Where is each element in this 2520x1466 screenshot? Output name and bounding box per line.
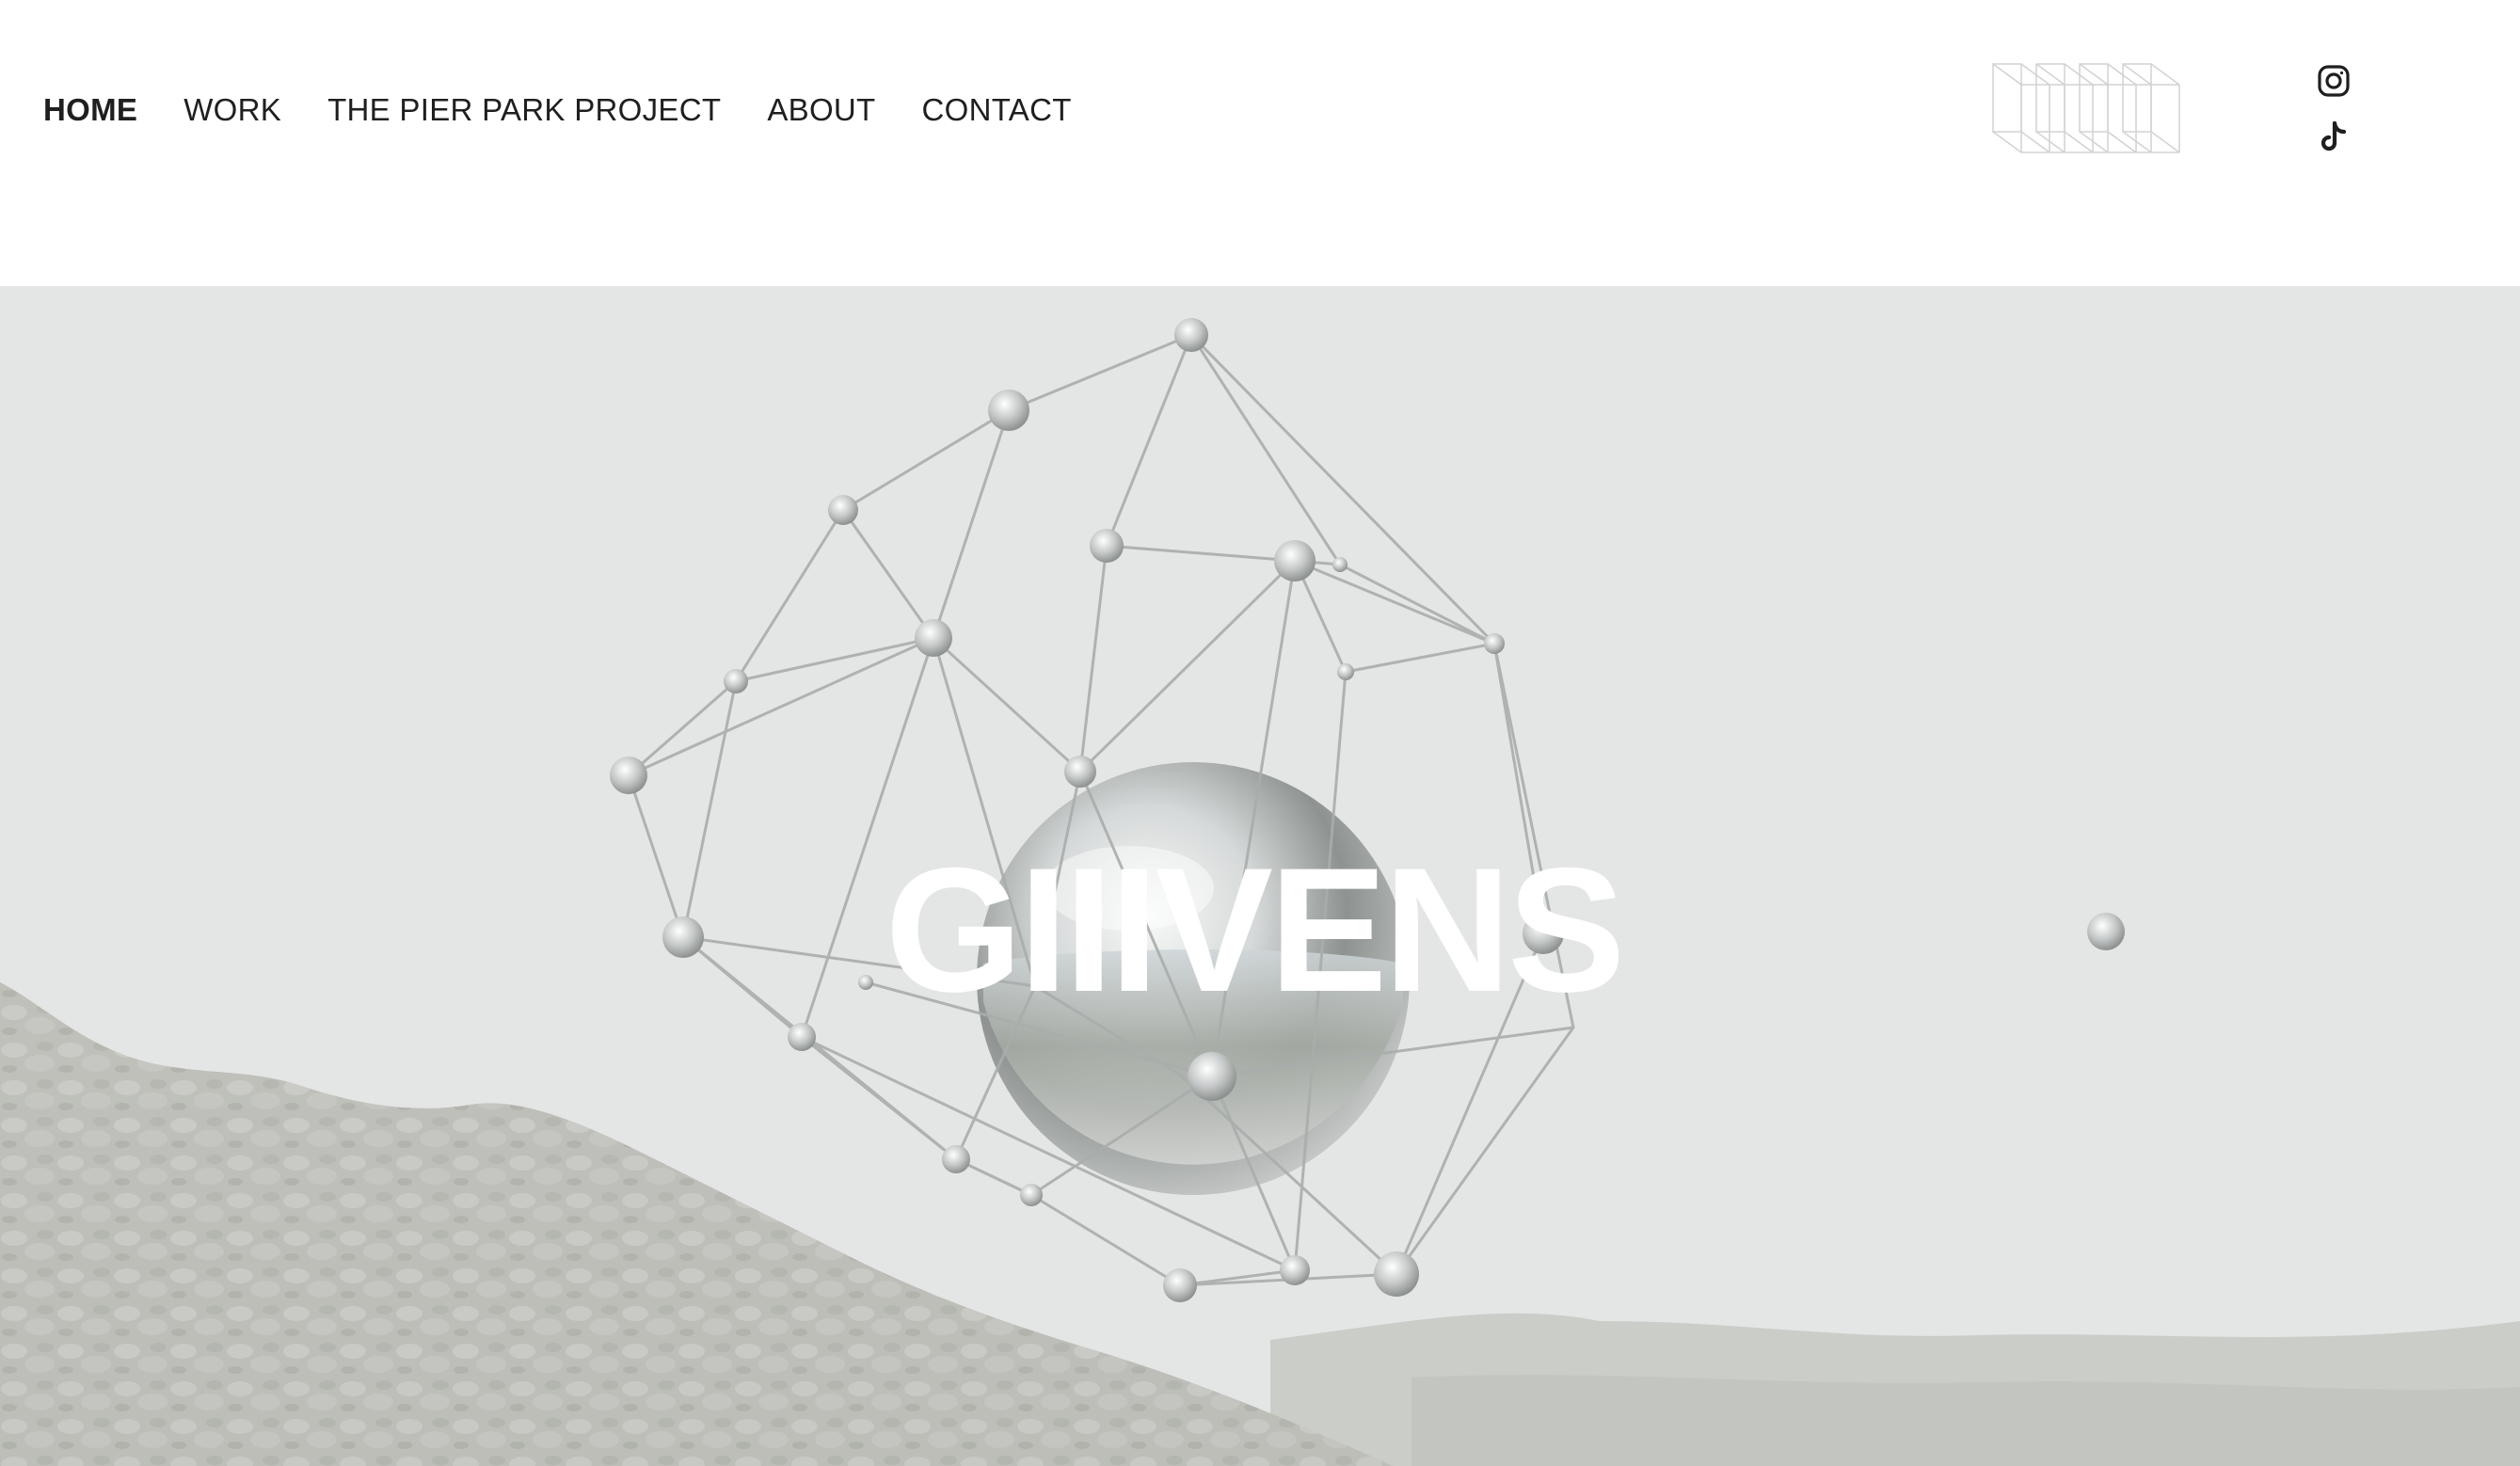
nav-item-pier-park-project[interactable]: THE PIER PARK PROJECT [327,92,721,128]
social-links [2315,62,2353,175]
nav-item-about[interactable]: ABOUT [767,92,875,128]
nav-item-contact[interactable]: CONTACT [922,92,1072,128]
logo-icon [1992,63,2180,153]
site-logo[interactable] [1989,60,2187,156]
instagram-icon[interactable] [2315,62,2353,100]
nav-item-home[interactable]: HOME [43,92,137,128]
site-header: HOME WORK THE PIER PARK PROJECT ABOUT CO… [0,0,2520,286]
hero-title: GIIIVENS [885,831,1626,1028]
main-nav: HOME WORK THE PIER PARK PROJECT ABOUT CO… [43,92,1118,128]
hero-section: GIIIVENS [0,286,2520,1466]
tiktok-icon[interactable] [2315,119,2353,156]
nav-item-work[interactable]: WORK [183,92,281,128]
